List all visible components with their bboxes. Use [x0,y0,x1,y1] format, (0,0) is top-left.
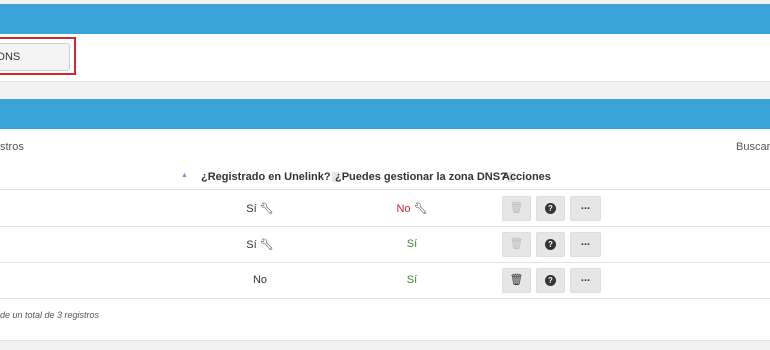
domains-panel: stros Buscar ▲ ¿Registrado en Unelink? ¿… [0,129,770,341]
dns-cell: Sí [382,274,442,286]
table-row: Sí 🔧︎ Sí 🗑︎ ? ... [0,227,770,263]
delete-button[interactable]: 🗑︎ [502,232,531,257]
help-button[interactable]: ? [536,268,565,293]
search-label[interactable]: Buscar [736,141,770,153]
section-header-bar [0,4,770,34]
question-circle-icon: ? [545,203,556,214]
more-button[interactable]: ... [570,232,601,257]
registered-value: Sí [246,203,257,215]
wrench-icon[interactable]: 🔧︎ [260,239,274,251]
page-length-label: stros [0,141,24,153]
registered-cell: Sí 🔧︎ [230,238,290,251]
dns-value: No [396,203,411,215]
dns-cell: No 🔧︎ [382,202,442,215]
ellipsis-icon: ... [580,236,591,248]
delete-button[interactable]: 🗑︎ [502,268,531,293]
delete-button[interactable]: 🗑︎ [502,196,531,221]
registered-value: No [252,274,268,286]
ellipsis-icon: ... [580,200,591,212]
domains-header-bar [0,99,770,129]
table-row: Sí 🔧︎ No 🔧︎ 🗑︎ ? ... [0,191,770,227]
dns-value: Sí [406,238,418,250]
column-registered-label: ¿Registrado en Unelink? [201,171,331,183]
table-row: No Sí 🗑︎ ? ... [0,263,770,299]
question-circle-icon: ? [545,275,556,286]
column-registered[interactable]: ¿Registrado en Unelink? [201,171,339,183]
dns-panel: DNS [0,34,770,82]
column-actions: Acciones [502,171,551,183]
trash-icon: 🗑︎ [509,238,524,250]
help-button[interactable]: ? [536,232,565,257]
help-button[interactable]: ? [536,196,565,221]
dns-value: Sí [406,274,418,286]
trash-icon: 🗑︎ [509,202,524,214]
more-button[interactable]: ... [570,268,601,293]
trash-icon: 🗑︎ [509,274,524,286]
sort-asc-icon[interactable]: ▲ [181,172,188,179]
registered-value: Sí [246,239,257,251]
highlight-box [0,37,76,75]
registered-cell: No [230,274,290,286]
dns-cell: Sí [382,238,442,250]
ellipsis-icon: ... [580,272,591,284]
table-info: de un total de 3 registros [0,310,100,320]
table-header: ▲ ¿Registrado en Unelink? ¿Puedes gestio… [0,169,770,190]
more-button[interactable]: ... [570,196,601,221]
column-dns[interactable]: ¿Puedes gestionar la zona DNS? [335,171,515,183]
wrench-icon[interactable]: 🔧︎ [414,203,428,215]
question-circle-icon: ? [545,239,556,250]
wrench-icon[interactable]: 🔧︎ [260,203,274,215]
column-dns-label: ¿Puedes gestionar la zona DNS? [335,171,507,183]
registered-cell: Sí 🔧︎ [230,202,290,215]
